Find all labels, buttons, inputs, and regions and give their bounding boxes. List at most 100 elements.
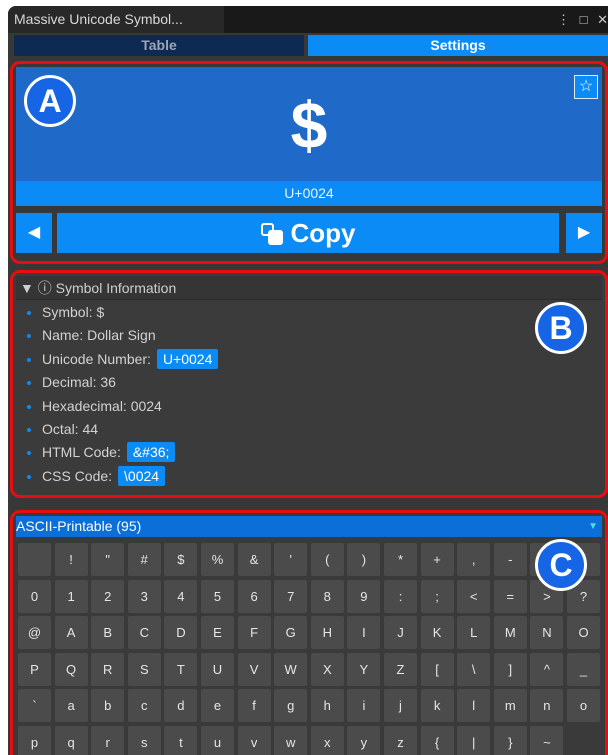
symbol-key[interactable]: I	[347, 616, 381, 650]
symbol-key[interactable]: n	[530, 689, 564, 723]
symbol-key[interactable]: r	[91, 726, 125, 755]
symbol-key[interactable]: P	[18, 652, 51, 686]
symbol-key[interactable]: c	[127, 689, 161, 723]
symbol-key[interactable]: D	[164, 616, 198, 650]
symbol-key[interactable]: f	[237, 689, 271, 723]
symbol-key[interactable]: '	[274, 543, 308, 576]
symbol-key[interactable]: B	[91, 616, 125, 650]
symbol-key[interactable]: 0	[18, 579, 51, 613]
copy-button[interactable]: Copy	[57, 213, 559, 253]
symbol-key[interactable]: R	[91, 652, 125, 686]
favorite-star-icon[interactable]: ☆	[574, 75, 598, 99]
symbol-key[interactable]: W	[274, 652, 308, 686]
symbol-key[interactable]: U	[201, 652, 234, 686]
symbol-key[interactable]: L	[457, 616, 491, 650]
symbol-key[interactable]: #	[127, 543, 161, 576]
symbol-key[interactable]: a	[54, 689, 88, 723]
symbol-key[interactable]: 2	[91, 579, 125, 613]
symbol-key[interactable]: C	[127, 616, 161, 650]
category-dropdown[interactable]: ASCII-Printable (95) ▼	[16, 516, 602, 537]
symbol-key[interactable]: y	[347, 726, 381, 755]
symbol-key[interactable]: e	[201, 689, 234, 723]
symbol-key[interactable]: 5	[201, 579, 234, 613]
symbol-key[interactable]: (	[310, 543, 344, 576]
info-value-pill[interactable]: \0024	[118, 465, 166, 486]
symbol-key[interactable]: 8	[310, 579, 344, 613]
symbol-key[interactable]: 6	[237, 579, 271, 613]
symbol-key[interactable]: M	[493, 616, 527, 650]
symbol-key[interactable]: +	[420, 543, 454, 576]
symbol-key[interactable]: S	[127, 652, 161, 686]
symbol-key[interactable]: |	[457, 726, 491, 755]
symbol-key[interactable]: ~	[530, 726, 564, 755]
maximize-icon[interactable]: □	[580, 6, 588, 33]
symbol-key[interactable]: x	[310, 726, 344, 755]
symbol-key[interactable]: ,	[457, 543, 491, 576]
symbol-key[interactable]: Y	[347, 652, 381, 686]
symbol-key[interactable]: s	[127, 726, 161, 755]
symbol-key[interactable]: G	[274, 616, 308, 650]
symbol-key[interactable]: Z	[384, 652, 417, 686]
symbol-key[interactable]: b	[91, 689, 125, 723]
symbol-key[interactable]: T	[164, 652, 198, 686]
symbol-key[interactable]: `	[18, 689, 51, 723]
symbol-key[interactable]: [	[420, 652, 454, 686]
symbol-key[interactable]	[18, 543, 51, 576]
symbol-key[interactable]: K	[420, 616, 454, 650]
symbol-key[interactable]: k	[420, 689, 454, 723]
symbol-key[interactable]: o	[567, 689, 600, 723]
symbol-key[interactable]: j	[384, 689, 417, 723]
symbol-key[interactable]: \	[457, 652, 491, 686]
symbol-key[interactable]: O	[567, 616, 600, 650]
info-value-pill[interactable]: U+0024	[156, 348, 219, 369]
symbol-key[interactable]: A	[54, 616, 88, 650]
symbol-key[interactable]: {	[420, 726, 454, 755]
window-title-tab[interactable]: Massive Unicode Symbol...	[8, 6, 224, 33]
symbol-key[interactable]: Q	[54, 652, 88, 686]
symbol-key[interactable]: $	[164, 543, 198, 576]
symbol-key[interactable]: !	[54, 543, 88, 576]
more-icon[interactable]: ⋮	[557, 6, 570, 33]
symbol-key[interactable]: l	[457, 689, 491, 723]
symbol-key[interactable]: F	[237, 616, 271, 650]
symbol-key[interactable]: p	[18, 726, 51, 755]
symbol-key[interactable]: w	[274, 726, 308, 755]
symbol-key[interactable]: J	[384, 616, 417, 650]
symbol-key[interactable]: 3	[127, 579, 161, 613]
symbol-key[interactable]: v	[237, 726, 271, 755]
symbol-key[interactable]: V	[237, 652, 271, 686]
symbol-information-header[interactable]: ▼ ⓘ Symbol Information	[16, 276, 602, 300]
symbol-key[interactable]: }	[493, 726, 527, 755]
symbol-key[interactable]: 9	[347, 579, 381, 613]
symbol-key[interactable]: i	[347, 689, 381, 723]
symbol-key[interactable]: :	[384, 579, 417, 613]
symbol-key[interactable]: E	[201, 616, 234, 650]
info-value-pill[interactable]: &#36;	[126, 442, 176, 463]
symbol-key[interactable]: t	[164, 726, 198, 755]
symbol-key[interactable]: -	[493, 543, 527, 576]
symbol-key[interactable]: m	[493, 689, 527, 723]
symbol-key[interactable]: _	[567, 652, 600, 686]
symbol-key[interactable]: u	[201, 726, 234, 755]
symbol-key[interactable]: "	[91, 543, 125, 576]
symbol-key[interactable]: h	[310, 689, 344, 723]
symbol-key[interactable]: ^	[530, 652, 564, 686]
symbol-key[interactable]: N	[530, 616, 564, 650]
symbol-key[interactable]: X	[310, 652, 344, 686]
symbol-key[interactable]: *	[384, 543, 417, 576]
symbol-key[interactable]: =	[493, 579, 527, 613]
symbol-key[interactable]: ]	[493, 652, 527, 686]
symbol-key[interactable]: &	[237, 543, 271, 576]
symbol-key[interactable]: H	[310, 616, 344, 650]
symbol-key[interactable]: g	[274, 689, 308, 723]
symbol-key[interactable]: ;	[420, 579, 454, 613]
symbol-key[interactable]: <	[457, 579, 491, 613]
close-icon[interactable]: ✕	[597, 6, 608, 33]
symbol-key[interactable]: )	[347, 543, 381, 576]
symbol-key[interactable]: q	[54, 726, 88, 755]
symbol-key[interactable]: z	[384, 726, 417, 755]
next-symbol-button[interactable]: ▶	[566, 213, 602, 253]
symbol-key[interactable]: 7	[274, 579, 308, 613]
tab-table[interactable]: Table	[14, 35, 304, 56]
previous-symbol-button[interactable]: ◀	[16, 213, 52, 253]
